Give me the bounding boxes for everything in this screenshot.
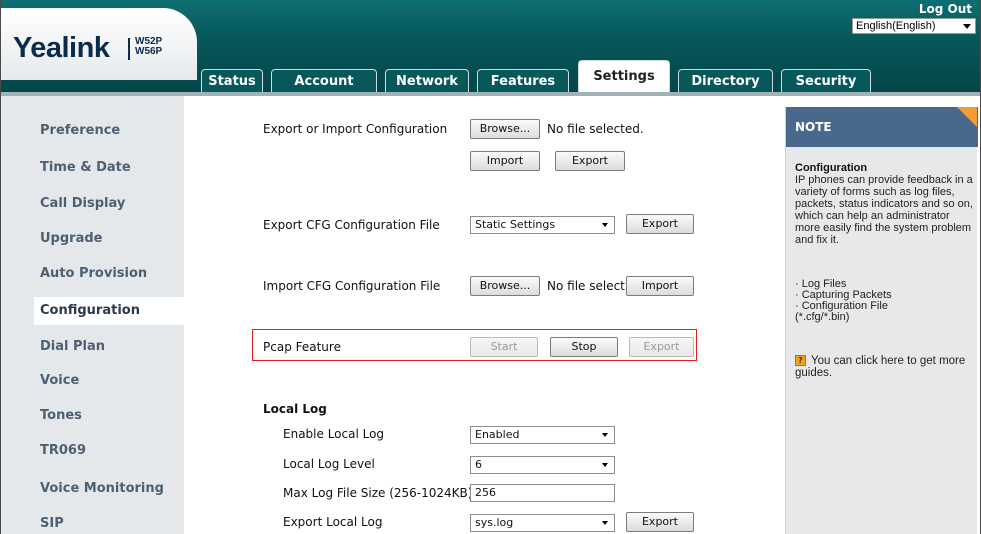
max-log-size-input[interactable]: 256 <box>470 484 615 502</box>
sidebar: Preference Time & Date Call Display Upgr… <box>1 96 192 534</box>
chevron-down-icon <box>602 521 608 525</box>
export-cfg-value: Static Settings <box>475 218 556 231</box>
chevron-down-icon <box>602 223 608 227</box>
chevron-down-icon <box>963 24 971 29</box>
header-bar: Yealink W52P W56P Log Out English(Englis… <box>1 0 980 94</box>
export-import-label: Export or Import Configuration <box>263 122 448 136</box>
help-icon: ? <box>795 355 806 366</box>
note-heading: NOTE <box>786 107 978 147</box>
sidebar-item-configuration[interactable]: Configuration <box>34 297 192 325</box>
note-bullet: (*.cfg/*.bin) <box>795 311 850 323</box>
sidebar-item-sip[interactable]: SIP <box>1 509 184 534</box>
browse-button[interactable]: Browse... <box>470 276 540 296</box>
tab-features[interactable]: Features <box>477 69 569 94</box>
enable-local-log-label: Enable Local Log <box>283 427 385 441</box>
sidebar-item-voice-monitoring[interactable]: Voice Monitoring <box>1 474 184 504</box>
sidebar-item-dial-plan[interactable]: Dial Plan <box>1 332 184 362</box>
file-status: No file selectec <box>547 279 625 293</box>
tab-status[interactable]: Status <box>201 69 263 94</box>
language-select[interactable]: English(English) <box>852 18 976 34</box>
pcap-stop-button[interactable]: Stop <box>550 337 618 357</box>
export-cfg-button[interactable]: Export <box>626 214 694 234</box>
logo-text: Yealink <box>13 32 110 64</box>
sidebar-item-auto-provision[interactable]: Auto Provision <box>1 259 184 289</box>
tab-account[interactable]: Account <box>271 69 377 94</box>
logo: Yealink W52P W56P <box>1 8 197 80</box>
file-status: No file selected. <box>547 122 644 136</box>
max-log-size-label: Max Log File Size (256-1024KB) <box>283 486 473 500</box>
export-local-log-label: Export Local Log <box>283 515 383 529</box>
export-cfg-label: Export CFG Configuration File <box>263 218 440 232</box>
import-button[interactable]: Import <box>470 151 540 171</box>
language-value: English(English) <box>856 20 936 32</box>
local-log-level-value: 6 <box>475 458 482 471</box>
sidebar-item-tr069[interactable]: TR069 <box>1 436 184 466</box>
sidebar-item-preference[interactable]: Preference <box>1 116 184 146</box>
note-body: IP phones can provide feedback in a vari… <box>795 174 973 246</box>
sidebar-item-tones[interactable]: Tones <box>1 401 184 431</box>
corner-flag-icon <box>957 107 977 127</box>
main-content: Export or Import Configuration Browse...… <box>185 96 780 534</box>
enable-local-log-value: Enabled <box>475 428 520 441</box>
pcap-export-button[interactable]: Export <box>629 337 694 357</box>
sidebar-item-voice[interactable]: Voice <box>1 366 184 396</box>
tab-directory[interactable]: Directory <box>678 69 773 94</box>
local-log-level-label: Local Log Level <box>283 457 375 471</box>
import-cfg-label: Import CFG Configuration File <box>263 279 441 293</box>
pcap-start-button[interactable]: Start <box>470 337 538 357</box>
chevron-down-icon <box>602 433 608 437</box>
note-title: Configuration <box>795 162 868 174</box>
export-button[interactable]: Export <box>555 151 625 171</box>
model-label: W56P <box>135 46 163 57</box>
note-panel: NOTE Configuration IP phones can provide… <box>785 107 978 534</box>
sidebar-item-upgrade[interactable]: Upgrade <box>1 224 184 254</box>
guide-link[interactable]: You can click here to get more guides. <box>795 355 975 379</box>
import-cfg-button[interactable]: Import <box>626 276 694 296</box>
sidebar-item-call-display[interactable]: Call Display <box>1 189 184 219</box>
logo-models: W52P W56P <box>135 37 162 57</box>
export-cfg-select[interactable]: Static Settings <box>470 216 615 234</box>
export-local-log-select[interactable]: sys.log <box>470 514 615 532</box>
local-log-level-select[interactable]: 6 <box>470 456 615 474</box>
tab-settings[interactable]: Settings <box>578 60 670 94</box>
logo-separator <box>128 38 130 60</box>
export-local-log-value: sys.log <box>475 516 514 529</box>
pcap-label: Pcap Feature <box>263 340 341 354</box>
logout-link[interactable]: Log Out <box>919 2 972 16</box>
enable-local-log-select[interactable]: Enabled <box>470 426 615 444</box>
local-log-heading: Local Log <box>263 402 327 416</box>
browse-button[interactable]: Browse... <box>470 119 540 139</box>
tab-security[interactable]: Security <box>781 69 871 94</box>
chevron-down-icon <box>602 463 608 467</box>
sidebar-item-time-date[interactable]: Time & Date <box>1 153 184 183</box>
export-local-log-button[interactable]: Export <box>626 512 694 532</box>
tab-network[interactable]: Network <box>385 69 469 94</box>
